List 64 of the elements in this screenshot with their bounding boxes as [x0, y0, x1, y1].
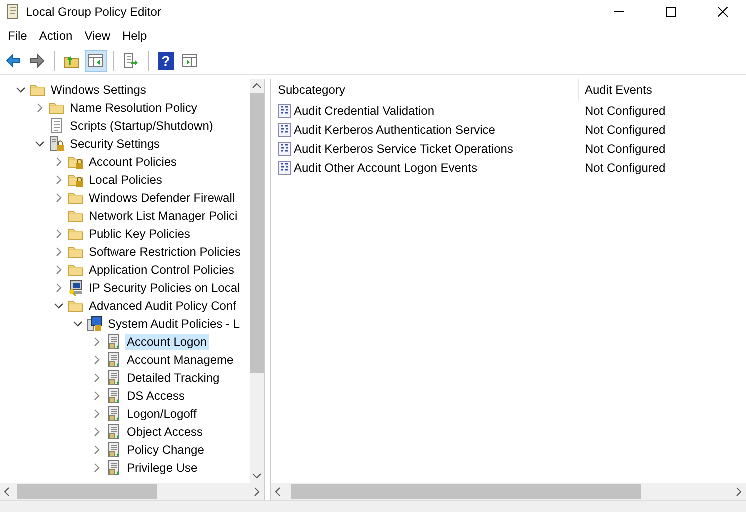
collapse-chevron-icon[interactable] — [16, 85, 26, 95]
script-icon — [49, 118, 65, 134]
tree-item[interactable]: Detailed Tracking — [125, 370, 222, 386]
tree-item[interactable]: Application Control Policies — [87, 262, 236, 278]
tree-item[interactable]: Privilege Use — [125, 460, 200, 476]
column-header[interactable]: Subcategory — [271, 83, 578, 97]
audit-policy-icon — [87, 316, 103, 332]
table-cell-text: Not Configured — [584, 104, 666, 118]
menu-item[interactable]: View — [78, 26, 116, 46]
table-cell: Audit Kerberos Authentication Service — [294, 122, 496, 136]
audit-category-icon — [106, 406, 122, 422]
binary-icon — [278, 142, 291, 156]
scroll-icon — [6, 4, 20, 20]
audit-category-icon — [106, 352, 122, 368]
tree-item[interactable]: Account Manageme — [125, 352, 236, 368]
tree-item[interactable]: Policy Change — [125, 442, 206, 458]
table-cell-text: Not Configured — [584, 122, 666, 136]
horizontal-scrollbar[interactable] — [0, 483, 264, 500]
table-cell: Audit Credential Validation — [294, 104, 435, 118]
binary-icon — [278, 104, 291, 118]
column-header[interactable]: Audit Events — [578, 79, 652, 101]
audit-category-icon — [106, 442, 122, 458]
tree-item[interactable]: System Audit Policies - L — [106, 316, 242, 332]
tree-item[interactable]: Windows Defender Firewall — [87, 190, 238, 206]
tree-item[interactable]: Local Policies — [87, 172, 164, 188]
audit-category-icon — [106, 370, 122, 386]
audit-category-icon — [106, 334, 122, 350]
horizontal-scrollbar[interactable] — [271, 483, 746, 500]
audit-category-icon — [106, 424, 122, 440]
tree-item[interactable]: Scripts (Startup/Shutdown) — [68, 118, 216, 134]
tree-item[interactable]: Network List Manager Polici — [87, 208, 240, 224]
binary-icon — [278, 122, 291, 136]
tree-item[interactable]: DS Access — [125, 388, 188, 404]
table-cell: Audit Other Account Logon Events — [294, 160, 478, 174]
tree-item[interactable]: Software Restriction Policies — [87, 244, 244, 260]
help-button[interactable]: ? — [155, 50, 177, 72]
tree-item[interactable]: Object Access — [125, 424, 206, 440]
audit-category-icon — [106, 460, 122, 476]
tree-item[interactable]: Account Policies — [87, 154, 180, 170]
computer-key-icon — [68, 280, 84, 296]
tree-item[interactable]: Security Settings — [68, 136, 162, 152]
menu-item[interactable]: Help — [116, 26, 154, 46]
audit-category-icon — [106, 388, 122, 404]
tree-item[interactable]: IP Security Policies on Local — [87, 280, 242, 296]
tree-item[interactable]: Account Logon — [125, 334, 210, 350]
menu-item[interactable]: File — [2, 26, 34, 46]
collapse-chevron-icon[interactable] — [34, 139, 44, 149]
tree-item[interactable]: Name Resolution Policy — [68, 100, 200, 116]
window-title: Local Group Policy Editor — [26, 5, 162, 19]
tree-item[interactable]: Logon/Logoff — [125, 406, 199, 422]
table-cell-text: Not Configured — [584, 142, 666, 156]
tree-item[interactable]: Windows Settings — [49, 82, 148, 98]
tree-button[interactable] — [85, 50, 107, 72]
vertical-scrollbar[interactable] — [250, 79, 264, 483]
maximize-icon — [666, 7, 676, 17]
server-lock-icon — [49, 136, 65, 152]
table-cell: Audit Kerberos Service Ticket Operations — [294, 142, 514, 156]
menu-item[interactable]: Action — [33, 26, 79, 46]
expand-chevron-icon[interactable] — [34, 103, 44, 113]
tree-item[interactable]: Advanced Audit Policy Conf — [87, 298, 238, 314]
binary-icon — [278, 160, 291, 174]
close-icon — [718, 7, 728, 17]
table-cell-text: Not Configured — [584, 160, 666, 174]
tree-item[interactable]: Public Key Policies — [87, 226, 192, 242]
